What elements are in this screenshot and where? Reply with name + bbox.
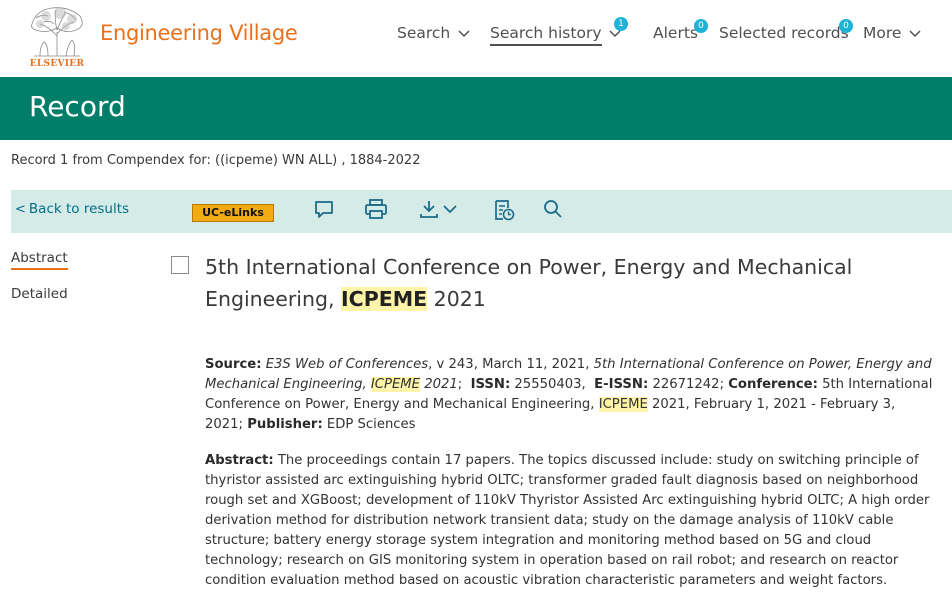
publisher-value: EDP Sciences bbox=[326, 417, 416, 432]
page-title: Record bbox=[29, 90, 126, 123]
brand-title[interactable]: Engineering Village bbox=[100, 21, 298, 45]
nav-more-label: More bbox=[863, 24, 902, 42]
nav-selected-records[interactable]: Selected records bbox=[719, 24, 849, 48]
page-title-band: Record bbox=[0, 77, 952, 140]
record-title[interactable]: 5th International Conference on Power, E… bbox=[205, 251, 925, 315]
search-icon bbox=[544, 200, 562, 218]
download-button[interactable] bbox=[418, 198, 462, 224]
publisher-label: Publisher: bbox=[247, 417, 323, 432]
nav-search-history[interactable]: Search history bbox=[490, 24, 621, 48]
conference-highlight: ICPEME bbox=[598, 397, 648, 412]
nav-selected-label: Selected records bbox=[719, 24, 849, 42]
abstract-label: Abstract: bbox=[205, 453, 274, 468]
alerts-count-badge: 0 bbox=[694, 19, 708, 33]
record-toolbar: < Back to results UC-eLinks bbox=[11, 190, 952, 233]
tab-detailed[interactable]: Detailed bbox=[11, 286, 68, 302]
source-block: Source: E3S Web of Conferences, v 243, M… bbox=[205, 357, 933, 432]
nav-search[interactable]: Search bbox=[397, 24, 470, 48]
back-to-results-link[interactable]: < Back to results bbox=[15, 201, 129, 217]
source-journal: E3S Web of Conferences bbox=[265, 357, 429, 372]
elsevier-wordmark: ELSEVIER bbox=[29, 59, 85, 69]
title-year: 2021 bbox=[427, 287, 486, 311]
abstract-block: Abstract: The proceedings contain 17 pap… bbox=[205, 451, 935, 591]
record-query-line: Record 1 from Compendex for: ((icpeme) W… bbox=[11, 153, 421, 168]
tab-abstract[interactable]: Abstract bbox=[11, 250, 68, 270]
chevron-down-icon bbox=[909, 30, 921, 38]
selected-count-badge: 0 bbox=[839, 19, 853, 33]
nav-alerts-label: Alerts bbox=[653, 24, 698, 42]
top-header: ELSEVIER Engineering Village Search Sear… bbox=[0, 0, 952, 77]
chevron-left-icon: < bbox=[15, 202, 26, 217]
nav-more[interactable]: More bbox=[863, 24, 921, 48]
download-icon bbox=[420, 201, 457, 218]
source-highlight: ICPEME bbox=[370, 377, 420, 392]
search-within-button[interactable] bbox=[542, 198, 564, 224]
eissn-label: E-ISSN: bbox=[594, 377, 649, 392]
source-label: Source: bbox=[205, 357, 262, 372]
cite-history-button[interactable] bbox=[492, 198, 516, 224]
elsevier-tree-icon bbox=[26, 4, 88, 58]
cite-icon bbox=[495, 200, 515, 221]
conference-label: Conference: bbox=[728, 377, 818, 392]
title-text: 5th International Conference on Power, E… bbox=[205, 255, 853, 311]
eissn-value: 22671242 bbox=[652, 377, 720, 392]
back-label: Back to results bbox=[28, 201, 130, 217]
select-record-checkbox[interactable] bbox=[171, 256, 189, 274]
issn-label: ISSN: bbox=[470, 377, 511, 392]
source-volume: , v 243, March 11, 2021, bbox=[428, 357, 594, 372]
source-conf-year: 2021 bbox=[420, 377, 458, 392]
elsevier-logo[interactable]: ELSEVIER bbox=[26, 4, 88, 72]
nav-search-label: Search bbox=[397, 24, 451, 42]
nav-history-label: Search history bbox=[490, 24, 602, 46]
uc-elinks-button[interactable]: UC-eLinks bbox=[192, 204, 274, 222]
history-count-badge: 1 bbox=[614, 17, 628, 31]
print-button[interactable] bbox=[364, 198, 388, 224]
nav-alerts[interactable]: Alerts bbox=[653, 24, 698, 48]
comment-icon bbox=[315, 201, 333, 218]
chevron-down-icon bbox=[458, 30, 470, 38]
abstract-text: The proceedings contain 17 papers. The t… bbox=[205, 453, 930, 588]
issn-value: 25550403 bbox=[514, 377, 582, 392]
comment-button[interactable] bbox=[313, 198, 335, 224]
print-icon bbox=[365, 199, 387, 219]
title-highlight: ICPEME bbox=[341, 287, 428, 311]
